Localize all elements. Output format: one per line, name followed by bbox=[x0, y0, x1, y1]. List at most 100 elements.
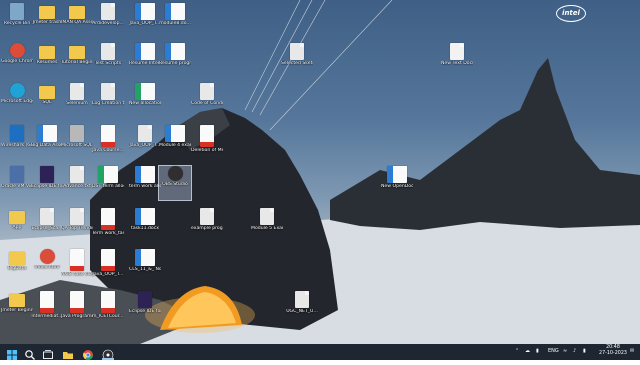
desktop-icon[interactable]: Module 4 example pr... bbox=[159, 125, 191, 159]
desktop-icon[interactable]: Eclipse_Sca... bbox=[31, 208, 63, 242]
xlsx-icon bbox=[98, 166, 118, 183]
desktop-icon[interactable]: Google Chrome bbox=[1, 43, 33, 77]
desktop-icon-label: term work allocation.d... bbox=[129, 184, 161, 189]
desktop-icon[interactable]: Eclipse IDE for Eclipse... bbox=[129, 291, 161, 325]
desktop-icon[interactable]: Resume Interview... bbox=[129, 43, 161, 77]
desktop-icon[interactable]: Selected Sketch bbox=[281, 43, 313, 77]
desktop-icon-label: SQL bbox=[42, 100, 52, 105]
desktop-icon[interactable]: Resumes bbox=[31, 43, 63, 77]
taskbar: ⌃ ☁ ▮ ENG ≈ ♪ ▮ 20:48 27-10-2023 ✉ bbox=[0, 344, 640, 361]
desktop-icon-label: Log Creation tool (build)... bbox=[92, 101, 124, 106]
desktop-icon[interactable]: m_ICETCour... AP.pdf bbox=[92, 291, 124, 325]
desktop-icon-label: Module 5 Example pr... bbox=[251, 226, 283, 231]
desktop[interactable]: intel Recycle Bin Jmeter trash IMAN QA Ass… bbox=[0, 0, 640, 344]
desktop-icon-label: DST term allocations... bbox=[92, 184, 124, 189]
desktop-icon[interactable]: Java Course... bbox=[92, 125, 124, 159]
file-icon bbox=[101, 83, 115, 100]
desktop-icon[interactable]: Tutorial Beginner... bbox=[61, 43, 93, 77]
desktop-icon[interactable]: example programs f... bbox=[191, 208, 223, 242]
file-icon bbox=[70, 83, 84, 100]
desktop-icon-label: AXIS case closur... bbox=[61, 272, 93, 277]
desktop-icon[interactable]: Advance.txt bbox=[61, 166, 93, 200]
desktop-icon[interactable]: Java_OOP_T... bbox=[129, 125, 161, 159]
desktop-icon[interactable]: Recycle Bin bbox=[1, 3, 33, 37]
desktop-icon[interactable]: App bbox=[1, 208, 33, 242]
desktop-icon[interactable]: Jmeter trash bbox=[31, 3, 63, 37]
pdf-icon bbox=[40, 291, 54, 313]
desktop-icon[interactable]: Wireshark (64-bit) bbox=[1, 125, 33, 159]
desktop-icon[interactable]: Selenium bbox=[61, 83, 93, 117]
tray-chevron-icon[interactable]: ⌃ bbox=[515, 348, 519, 354]
desktop-icon[interactable]: Code of Conduct bbox=[191, 83, 223, 117]
desktop-icon[interactable]: Microsoft SQL Server... bbox=[61, 125, 93, 159]
volume-icon[interactable]: ♪ bbox=[573, 348, 576, 354]
app-icon bbox=[10, 166, 24, 183]
desktop-icon-label: Resumes bbox=[36, 60, 58, 65]
desktop-icon[interactable]: OBS Studio bbox=[158, 165, 192, 201]
clock[interactable]: 20:48 27-10-2023 bbox=[596, 345, 630, 357]
search-icon[interactable] bbox=[24, 346, 36, 360]
desktop-icon[interactable]: DST term allocations... bbox=[92, 166, 124, 200]
microphone-icon[interactable]: ▮ bbox=[536, 348, 539, 354]
round-icon bbox=[167, 166, 183, 181]
language-indicator[interactable]: ENG bbox=[548, 348, 559, 354]
wifi-icon[interactable]: ≈ bbox=[563, 348, 567, 354]
desktop-icon[interactable]: Big Data Assessm... bbox=[31, 125, 63, 159]
notification-icon[interactable]: ✉ bbox=[630, 348, 634, 354]
windows-start-icon[interactable] bbox=[6, 346, 18, 360]
folder-icon bbox=[9, 294, 25, 307]
app-icon bbox=[40, 166, 54, 183]
desktop-icon-label: Ardidevelop... bbox=[92, 21, 124, 26]
folder-icon bbox=[39, 6, 55, 19]
desktop-icon[interactable]: CLS_11_&_ Notes.docx bbox=[129, 249, 161, 283]
desktop-icon[interactable]: Ardidevelop... bbox=[92, 3, 124, 37]
desktop-icon[interactable]: index.html bbox=[31, 249, 63, 283]
desktop-icon[interactable]: Deletion of Member i... bbox=[191, 125, 223, 159]
desktop-icon[interactable]: New Text Document.txt bbox=[441, 43, 473, 77]
desktop-icon-label: UGC_NET_U... bbox=[286, 309, 318, 314]
desktop-icon[interactable]: Java_OOP_T... bbox=[92, 249, 124, 283]
obs-icon[interactable] bbox=[102, 346, 114, 361]
desktop-icon[interactable]: task11.docx bbox=[129, 208, 161, 242]
desktop-icon-label: Term work_task.al... bbox=[92, 231, 124, 236]
desktop-icon-label: App bbox=[12, 225, 22, 230]
folder-icon bbox=[69, 46, 85, 59]
desktop-icon[interactable]: UGC_NET_U... bbox=[286, 291, 318, 325]
file-icon bbox=[70, 208, 84, 225]
desktop-icon[interactable]: Microsoft Edge bbox=[1, 83, 33, 117]
desktop-icon[interactable]: Module 5 Example pr... bbox=[251, 208, 283, 242]
file-icon bbox=[290, 43, 304, 60]
desktop-icon[interactable]: module8.do... bbox=[159, 3, 191, 37]
desktop-icon[interactable]: Test Scripts bbox=[92, 43, 124, 77]
desktop-icon-label: Java Programmin... bbox=[61, 314, 93, 319]
chrome-icon[interactable] bbox=[82, 346, 94, 360]
desktop-icon[interactable]: IMAN QA Assessmen... bbox=[61, 3, 93, 37]
desktop-icon[interactable]: Eclipse IDE for Java De... bbox=[31, 166, 63, 200]
cloud-icon[interactable]: ☁ bbox=[525, 348, 530, 354]
task-view-icon[interactable] bbox=[42, 346, 54, 359]
desktop-icon[interactable]: Term work_task.al... bbox=[92, 208, 124, 242]
desktop-icon[interactable]: Java Programmin... bbox=[61, 291, 93, 325]
desktop-icon[interactable]: New OpenDocu... bbox=[381, 166, 413, 200]
desktop-icon[interactable]: Log Creation tool (build)... bbox=[92, 83, 124, 117]
desktop-icon-label: Advance.txt bbox=[63, 184, 91, 189]
file-explorer-icon[interactable] bbox=[62, 346, 74, 359]
desktop-icon[interactable]: SQL bbox=[31, 83, 63, 117]
desktop-icon-label: Wireshark (64-bit) bbox=[1, 143, 33, 148]
desktop-icon[interactable]: AXIS case closur... bbox=[61, 249, 93, 283]
desktop-icon[interactable]: Resume program f... bbox=[159, 43, 191, 77]
desktop-icon[interactable]: BigData bbox=[1, 249, 33, 283]
docx-icon bbox=[135, 208, 155, 225]
desktop-icon[interactable]: Java_OOP_T... bbox=[129, 3, 161, 37]
desktop-icon-label: Module 4 example pr... bbox=[159, 143, 191, 148]
desktop-icon[interactable]: Oracle VM VirtualBox bbox=[1, 166, 33, 200]
desktop-icon[interactable]: QA Top Trending in... bbox=[61, 208, 93, 242]
battery-icon[interactable]: ▮ bbox=[583, 348, 586, 354]
desktop-icon[interactable]: Jmeter Beginner bbox=[1, 291, 33, 325]
pdf-icon bbox=[101, 208, 115, 230]
pdf-icon bbox=[200, 125, 214, 147]
desktop-icon[interactable]: term work allocation.d... bbox=[129, 166, 161, 200]
desktop-icon-label: Code of Conduct bbox=[191, 101, 223, 106]
desktop-icon[interactable]: New allocations... bbox=[129, 83, 161, 117]
desktop-icon[interactable]: Intermediat... bbox=[31, 291, 63, 325]
